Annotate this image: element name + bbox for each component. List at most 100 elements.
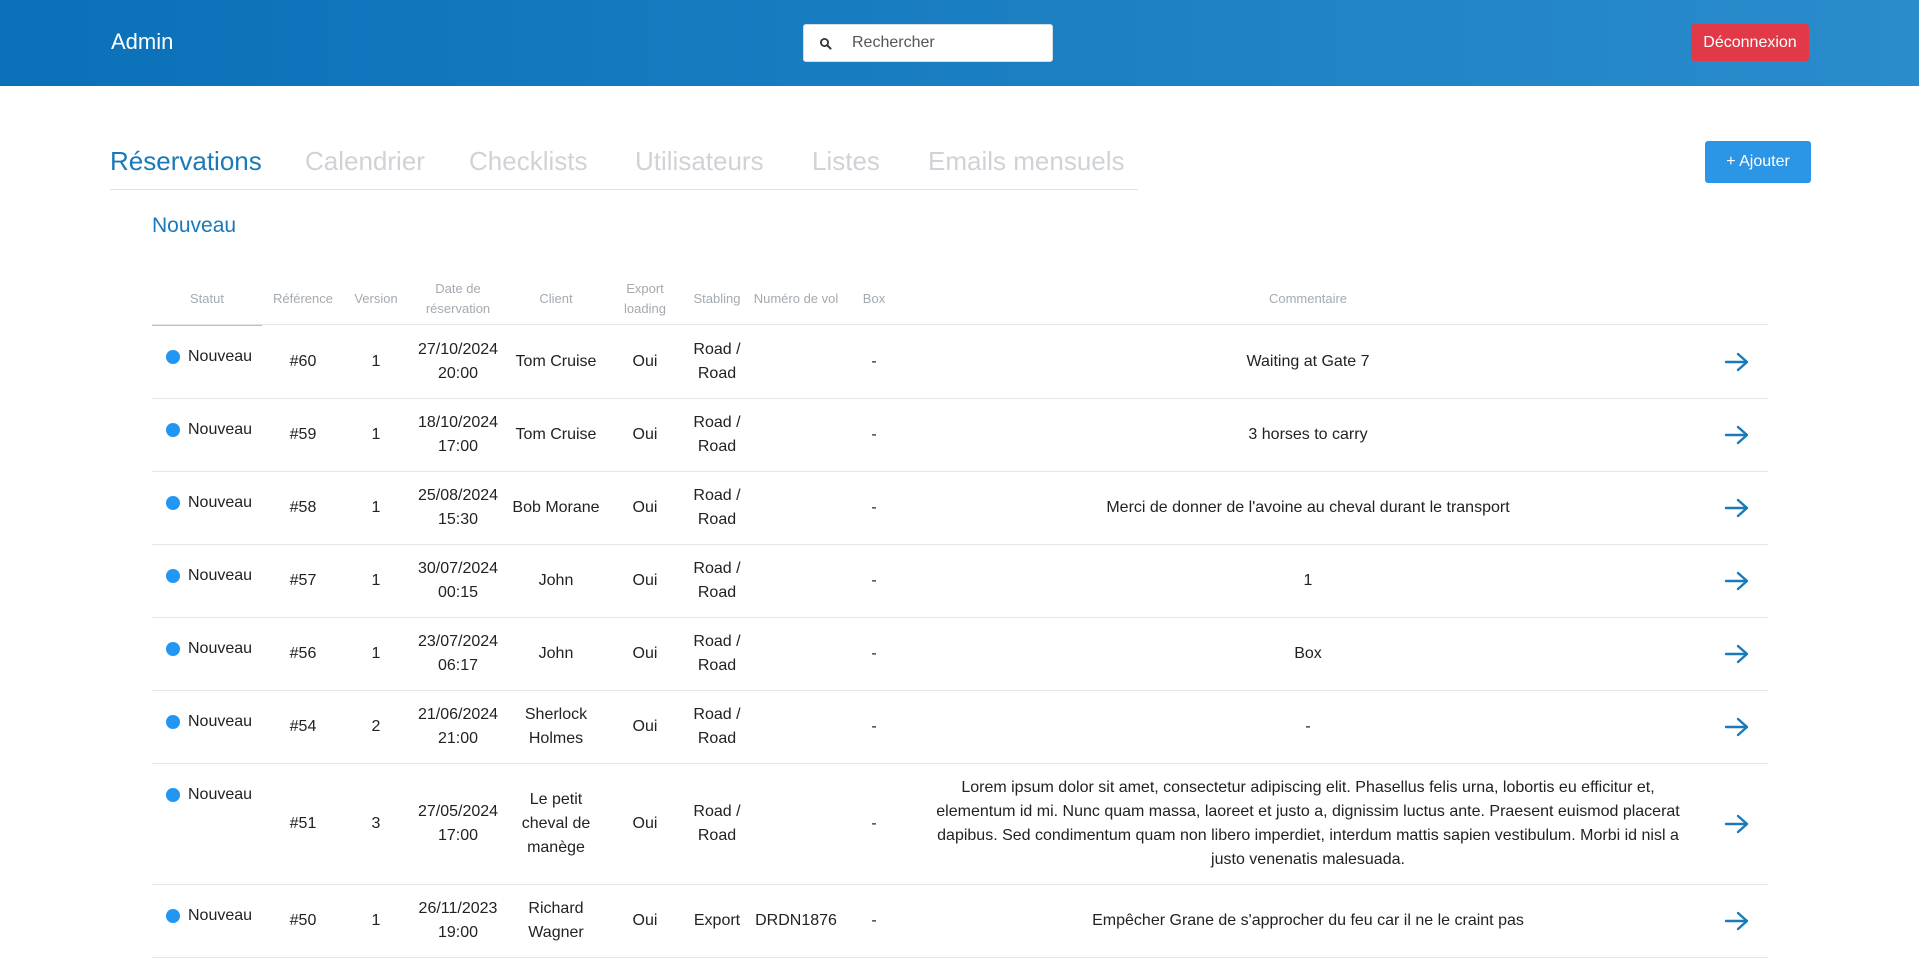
cell-client: Tom Cruise — [515, 353, 597, 370]
cell-stabling: Road / Road — [693, 633, 741, 674]
status-badge: Nouveau — [166, 907, 252, 925]
logout-button[interactable]: Déconnexion — [1691, 24, 1809, 61]
status-badge: Nouveau — [166, 786, 252, 804]
section-title: Nouveau — [152, 214, 237, 237]
cell-export: Oui — [632, 815, 658, 832]
cell-version: 1 — [371, 426, 381, 443]
arrow-right-icon[interactable] — [1724, 351, 1750, 373]
col-reference[interactable]: Référence — [262, 272, 344, 325]
tab-utilisateurs[interactable]: Utilisateurs — [635, 146, 764, 177]
brand-title: Admin — [111, 29, 174, 54]
arrow-right-icon[interactable] — [1724, 643, 1750, 665]
cell-stabling: Export — [693, 912, 741, 929]
cell-box: - — [871, 499, 877, 516]
cell-box: - — [871, 912, 877, 929]
cell-reference: #60 — [289, 353, 317, 370]
status-badge: Nouveau — [166, 494, 252, 512]
cell-export: Oui — [632, 912, 658, 929]
table-row[interactable]: Nouveau #60 1 27/10/2024 20:00 Tom Cruise Oui… — [152, 326, 1768, 399]
cell-box: - — [871, 815, 877, 832]
cell-reference: #54 — [289, 718, 317, 735]
cell-version: 1 — [371, 912, 381, 929]
tab-reservations[interactable]: Réservations — [110, 146, 262, 177]
cell-stabling: Road / Road — [693, 706, 741, 747]
cell-box: - — [871, 718, 877, 735]
col-date[interactable]: Date de réservation — [408, 272, 508, 325]
search-box[interactable] — [803, 24, 1053, 62]
tab-calendrier[interactable]: Calendrier — [305, 146, 425, 177]
status-label: Nouveau — [188, 907, 253, 924]
status-dot-icon — [166, 909, 180, 923]
tab-listes[interactable]: Listes — [812, 146, 880, 177]
cell-comment: Merci de donner de l'avoine au cheval du… — [1106, 499, 1510, 516]
col-stabling[interactable]: Stabling — [686, 272, 748, 325]
table-row[interactable]: Nouveau #50 1 26/11/2023 19:00 Richard Wagne… — [152, 885, 1768, 958]
cell-export: Oui — [632, 426, 658, 443]
arrow-right-icon[interactable] — [1724, 813, 1750, 835]
cell-export: Oui — [632, 718, 658, 735]
status-label: Nouveau — [188, 348, 253, 365]
cell-client: Tom Cruise — [515, 426, 597, 443]
cell-comment: 3 horses to carry — [1248, 426, 1368, 443]
cell-stabling: Road / Road — [693, 341, 741, 382]
cell-stabling: Road / Road — [693, 560, 741, 601]
status-label: Nouveau — [188, 640, 253, 657]
table-row[interactable]: Nouveau #58 1 25/08/2024 15:30 Bob Morane Oui… — [152, 472, 1768, 545]
cell-flight: DRDN1876 — [755, 912, 837, 929]
arrow-right-icon[interactable] — [1724, 570, 1750, 592]
cell-date: 18/10/2024 17:00 — [417, 414, 499, 455]
cell-client: John — [538, 572, 574, 589]
col-box[interactable]: Box — [844, 272, 904, 325]
table-row[interactable]: Nouveau #56 1 23/07/2024 06:17 John Oui Road /… — [152, 618, 1768, 691]
cell-date: 25/08/2024 15:30 — [417, 487, 499, 528]
search-input[interactable] — [852, 25, 1048, 61]
cell-date: 30/07/2024 00:15 — [417, 560, 499, 601]
arrow-right-icon[interactable] — [1724, 716, 1750, 738]
arrow-right-icon[interactable] — [1724, 497, 1750, 519]
status-badge: Nouveau — [166, 421, 252, 439]
col-client[interactable]: Client — [508, 272, 604, 325]
cell-comment: Waiting at Gate 7 — [1246, 353, 1370, 370]
tab-bar: Réservations Calendrier Checklists Utili… — [110, 136, 1138, 190]
status-badge: Nouveau — [166, 567, 252, 585]
status-dot-icon — [166, 569, 180, 583]
table-row[interactable]: Nouveau #51 3 27/05/2024 17:00 Le petit chev… — [152, 764, 1768, 885]
table-row[interactable]: Nouveau #54 2 21/06/2024 21:00 Sherlock Holm… — [152, 691, 1768, 764]
search-icon — [820, 38, 832, 50]
add-button[interactable]: + Ajouter — [1705, 141, 1811, 183]
col-statut[interactable]: Statut — [152, 272, 262, 325]
status-label: Nouveau — [188, 786, 253, 803]
cell-comment: Empêcher Grane de s'approcher du feu car… — [1092, 912, 1524, 929]
status-dot-icon — [166, 715, 180, 729]
cell-flight — [748, 764, 844, 884]
cell-comment: Box — [1294, 645, 1322, 662]
cell-stabling: Road / Road — [693, 414, 741, 455]
table-header: Statut Référence Version Date de réserva… — [152, 272, 1768, 326]
cell-flight — [748, 618, 844, 690]
cell-flight — [748, 326, 844, 398]
col-version[interactable]: Version — [344, 272, 408, 325]
col-flight[interactable]: Numéro de vol — [748, 272, 844, 325]
cell-export: Oui — [632, 353, 658, 370]
cell-reference: #56 — [289, 645, 317, 662]
cell-box: - — [871, 353, 877, 370]
cell-client: Sherlock Holmes — [524, 706, 588, 747]
cell-export: Oui — [632, 499, 658, 516]
status-dot-icon — [166, 496, 180, 510]
cell-box: - — [871, 572, 877, 589]
cell-export: Oui — [632, 645, 658, 662]
col-commentaire[interactable]: Commentaire — [936, 272, 1680, 325]
cell-export: Oui — [632, 572, 658, 589]
arrow-right-icon[interactable] — [1724, 424, 1750, 446]
cell-stabling: Road / Road — [693, 803, 741, 844]
tab-checklists[interactable]: Checklists — [469, 146, 587, 177]
cell-box: - — [871, 426, 877, 443]
cell-version: 1 — [371, 499, 381, 516]
table-row[interactable]: Nouveau #59 1 18/10/2024 17:00 Tom Cruise Oui… — [152, 399, 1768, 472]
cell-reference: #57 — [289, 572, 317, 589]
table-row[interactable]: Nouveau #57 1 30/07/2024 00:15 John Oui Road /… — [152, 545, 1768, 618]
cell-comment: Lorem ipsum dolor sit amet, consectetur … — [936, 779, 1680, 868]
arrow-right-icon[interactable] — [1724, 910, 1750, 932]
tab-emails-mensuels[interactable]: Emails mensuels — [928, 146, 1125, 177]
col-export[interactable]: Export loading — [604, 272, 686, 325]
